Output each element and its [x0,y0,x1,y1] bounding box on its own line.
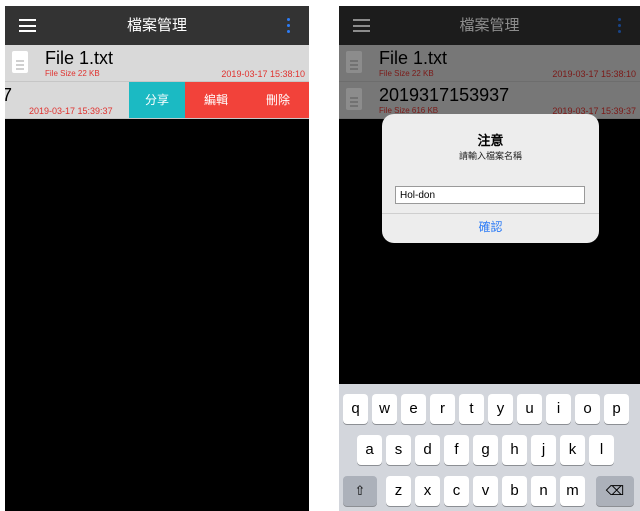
key-g[interactable]: g [473,435,498,465]
dialog-divider [382,213,599,214]
onscreen-keyboard: q w e r t y u i o p a s d f g h j k l ⇧ … [339,384,640,511]
rename-dialog: 注意 請輸入檔案名稱 確認 [382,114,599,243]
key-b[interactable]: b [502,476,527,506]
key-t[interactable]: t [459,394,484,424]
key-q[interactable]: q [343,394,368,424]
dialog-title: 注意 [477,134,504,149]
share-button[interactable]: 分享 [129,82,185,118]
key-c[interactable]: c [444,476,469,506]
file-name: File 1.txt [45,48,114,68]
key-p[interactable]: p [604,394,629,424]
key-h[interactable]: h [502,435,527,465]
key-k[interactable]: k [560,435,585,465]
edit-button[interactable]: 編輯 [185,82,247,118]
key-v[interactable]: v [473,476,498,506]
delete-button[interactable]: 刪除 [247,82,309,118]
file-date: 2019-03-17 15:38:10 [221,69,305,79]
file-row-swiped[interactable]: 7 2019-03-17 15:39:37 分享 編輯 刪除 [5,82,309,119]
key-u[interactable]: u [517,394,542,424]
key-o[interactable]: o [575,394,600,424]
filename-input[interactable] [395,186,585,204]
key-w[interactable]: w [372,394,397,424]
key-n[interactable]: n [531,476,556,506]
file-size: File Size 22 KB [45,69,100,78]
app-title: 檔案管理 [126,16,187,34]
backspace-key-icon[interactable]: ⌫ [596,476,634,506]
dialog-message: 請輸入檔案名稱 [458,152,522,162]
key-l[interactable]: l [589,435,614,465]
key-e[interactable]: e [401,394,426,424]
file-date: 2019-03-17 15:39:37 [29,106,113,116]
shift-key-icon[interactable]: ⇧ [343,476,377,506]
key-a[interactable]: a [357,435,382,465]
key-y[interactable]: y [488,394,513,424]
key-m[interactable]: m [560,476,585,506]
key-f[interactable]: f [444,435,469,465]
key-s[interactable]: s [386,435,411,465]
more-options-icon[interactable] [287,18,291,34]
confirm-button[interactable]: 確認 [382,218,599,235]
key-r[interactable]: r [430,394,455,424]
key-i[interactable]: i [546,394,571,424]
file-icon [12,51,28,73]
left-screen: 檔案管理 File 1.txt File Size 22 KB 2019-03-… [5,6,309,511]
top-bar: 檔案管理 [5,6,309,45]
right-screen: 檔案管理 File 1.txt File Size 22 KB 2019-03-… [339,6,640,511]
key-x[interactable]: x [415,476,440,506]
key-d[interactable]: d [415,435,440,465]
key-j[interactable]: j [531,435,556,465]
file-name: 7 [5,85,13,105]
key-z[interactable]: z [386,476,411,506]
file-row[interactable]: File 1.txt File Size 22 KB 2019-03-17 15… [5,45,309,82]
